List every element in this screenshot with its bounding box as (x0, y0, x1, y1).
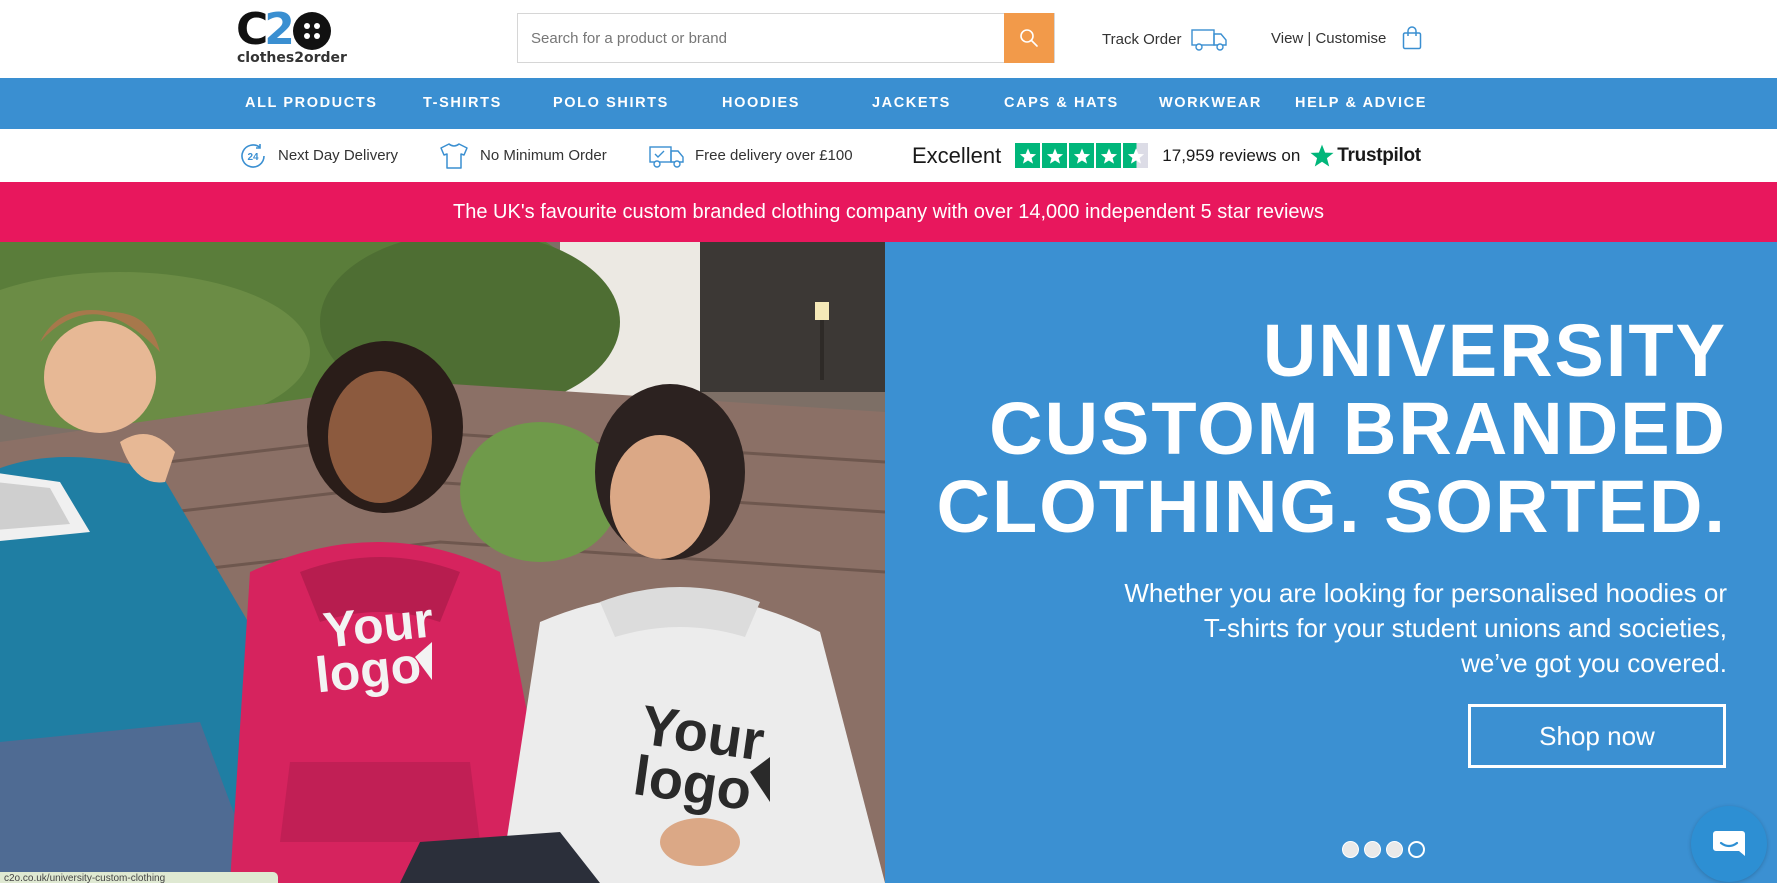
hero-students-photo: Your logo Your logo (0, 242, 885, 883)
nav-item-all-products[interactable]: ALL PRODUCTS (245, 78, 378, 129)
usp-free-delivery-label: Free delivery over £100 (695, 147, 853, 164)
star-icon (1069, 143, 1095, 168)
carousel-dot-2[interactable] (1364, 841, 1381, 858)
usp-bar: 24 Next Day Delivery No Minimum Order Fr… (0, 129, 1777, 182)
nav-item-t-shirts[interactable]: T-SHIRTS (423, 78, 502, 129)
clock-24-icon: 24 (241, 143, 265, 168)
star-icon (1096, 143, 1122, 168)
hoodie-print-line2: logo (313, 637, 424, 704)
browser-status-url: c2o.co.uk/university-custom-clothing (0, 872, 278, 883)
track-order-link[interactable]: Track Order (1102, 26, 1229, 52)
hero-headline-line2: CUSTOM BRANDED (989, 387, 1727, 470)
search-input[interactable] (518, 14, 1005, 62)
hero-subtext-line3: we’ve got you covered. (1461, 648, 1727, 678)
trustpilot-rating-word: Excellent (912, 142, 1002, 168)
chat-launcher-button[interactable] (1691, 806, 1767, 882)
logo-mark-c: C (236, 4, 268, 55)
trustpilot-count: 17,959 (1162, 145, 1215, 165)
nav-item-help-advice[interactable]: HELP & ADVICE (1295, 78, 1427, 129)
hero-headline: UNIVERSITY CUSTOM BRANDED CLOTHING. SORT… (937, 312, 1727, 546)
trustpilot-review-count: 17,959 reviews on (1162, 146, 1300, 166)
trustpilot-star-icon (1310, 144, 1334, 167)
tshirt-icon (440, 142, 468, 169)
carousel-dot-3[interactable] (1386, 841, 1403, 858)
usp-no-minimum-order: No Minimum Order (438, 129, 607, 182)
promo-text: The UK's favourite custom branded clothi… (453, 201, 1324, 223)
usp-next-day-delivery: 24 Next Day Delivery (238, 129, 398, 182)
nav-item-polo-shirts[interactable]: POLO SHIRTS (553, 78, 669, 129)
view-customise-label: View | Customise (1271, 29, 1387, 47)
hero-subtext-line2: T-shirts for your student unions and soc… (1203, 613, 1727, 643)
trustpilot-logo: Trustpilot (1310, 144, 1421, 168)
search-bar (517, 13, 1055, 63)
track-order-label: Track Order (1102, 30, 1182, 48)
trustpilot-brand-label: Trustpilot (1337, 144, 1421, 166)
site-header: C2 clothes2order Track Order View | Cust… (0, 0, 1777, 78)
hero-headline-line1: UNIVERSITY (1262, 309, 1727, 392)
nav-item-jackets[interactable]: JACKETS (872, 78, 951, 129)
trustpilot-reviews-on: reviews on (1219, 145, 1301, 165)
shop-now-button[interactable]: Shop now (1468, 704, 1726, 768)
nav-item-caps-hats[interactable]: CAPS & HATS (1004, 78, 1119, 129)
trustpilot-widget[interactable]: Excellent 17,959 reviews on Trustpilot (912, 129, 1421, 182)
view-customise-link[interactable]: View | Customise (1271, 24, 1422, 52)
hero-headline-line3: CLOTHING. SORTED. (936, 465, 1727, 548)
usp-next-day-label: Next Day Delivery (278, 147, 399, 164)
carousel-dots (1342, 841, 1425, 858)
star-icon (1042, 143, 1068, 168)
hero-text-panel: UNIVERSITY CUSTOM BRANDED CLOTHING. SORT… (885, 242, 1777, 883)
star-icon (1015, 143, 1041, 168)
hero-subtext: Whether you are looking for personalised… (1007, 576, 1727, 681)
search-button[interactable] (1004, 13, 1054, 63)
delivery-van-icon (649, 145, 684, 168)
chat-bubble-icon (1713, 831, 1745, 856)
students-illustration: Your logo Your logo (0, 242, 885, 883)
carousel-dot-4[interactable] (1408, 841, 1425, 858)
logo-button-icon (292, 12, 331, 50)
logo-mark-2: 2 (264, 4, 295, 55)
half-star-icon (1123, 143, 1149, 168)
clock-24-label: 24 (247, 152, 259, 163)
hero-carousel: Your logo Your logo UNIVERSITY CUSTOM BR… (0, 242, 1777, 883)
usp-free-delivery: Free delivery over £100 (649, 129, 853, 182)
search-icon (1020, 29, 1038, 47)
trustpilot-stars (1015, 143, 1149, 168)
nav-item-workwear[interactable]: WORKWEAR (1159, 78, 1262, 129)
shopping-bag-icon (1403, 26, 1422, 50)
promo-banner: The UK's favourite custom branded clothi… (0, 182, 1777, 242)
logo-mark: C2 (236, 8, 340, 52)
nav-item-hoodies[interactable]: HOODIES (722, 78, 800, 129)
delivery-truck-icon (1191, 29, 1228, 51)
carousel-dot-1[interactable] (1342, 841, 1359, 858)
hero-subtext-line1: Whether you are looking for personalised… (1124, 578, 1727, 608)
clothes2order-logo[interactable]: C2 clothes2order (236, 8, 347, 68)
main-navigation: ALL PRODUCTS T-SHIRTS POLO SHIRTS HOODIE… (0, 78, 1777, 129)
usp-no-minimum-label: No Minimum Order (480, 147, 607, 164)
logo-wordmark: clothes2order (237, 50, 347, 66)
